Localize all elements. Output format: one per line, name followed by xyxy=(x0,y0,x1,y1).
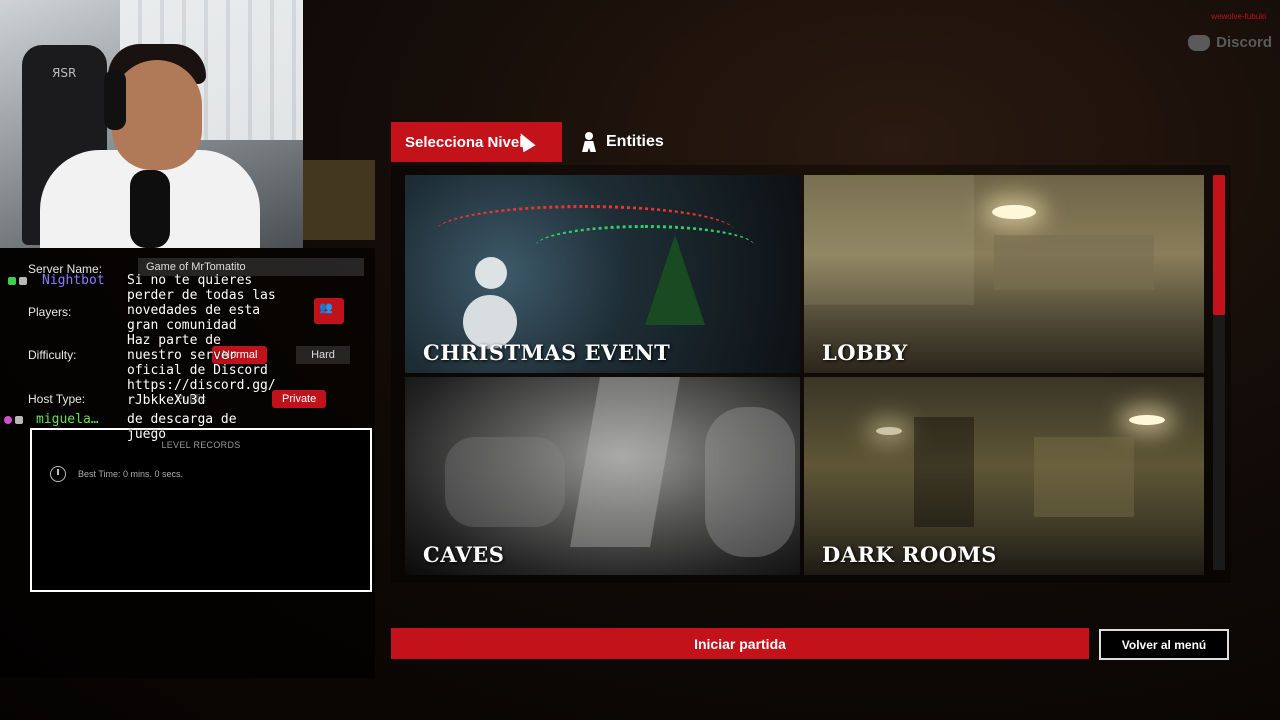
doorway xyxy=(914,417,974,527)
tab-select-level[interactable]: Selecciona Nivel xyxy=(391,122,562,162)
level-name: LOBBY xyxy=(822,340,908,365)
lobby-wall xyxy=(994,235,1154,290)
level-records-title: LEVEL RECORDS xyxy=(161,440,241,450)
headphones xyxy=(104,70,126,130)
game-background-strip xyxy=(303,160,375,240)
chat-message-line: juego xyxy=(127,427,167,442)
chat-username: miguela… xyxy=(36,412,99,427)
back-to-menu-button[interactable]: Volver al menú xyxy=(1099,629,1229,660)
corner-label: wewolve-fubuki xyxy=(1211,12,1266,21)
scrollbar-thumb[interactable] xyxy=(1213,175,1225,315)
level-name: CHRISTMAS EVENT xyxy=(423,340,671,365)
chat-message-line: Si no te quieres xyxy=(127,273,253,288)
clock-icon xyxy=(50,466,66,482)
tab-entities[interactable]: Entities xyxy=(580,122,664,162)
chat-badge-icon xyxy=(4,416,12,424)
tab-entities-label: Entities xyxy=(606,133,664,150)
cave-rock xyxy=(705,407,795,557)
chat-badge-icon xyxy=(8,277,16,285)
chat-badge-icon xyxy=(19,277,27,285)
level-records-panel: LEVEL RECORDS Best Time: 0 mins. 0 secs. xyxy=(30,428,372,592)
host-type-option-private[interactable]: Private xyxy=(272,390,327,408)
players-label: Players: xyxy=(28,305,72,319)
chat-message-line: https://discord.gg/ xyxy=(127,378,276,393)
chat-message-line: oficial de Discord xyxy=(127,363,268,378)
snowman-head xyxy=(475,257,507,289)
level-card-christmas-event[interactable]: CHRISTMAS EVENT xyxy=(405,175,800,373)
tab-select-level-label: Selecciona Nivel xyxy=(405,133,524,151)
level-name: CAVES xyxy=(423,542,505,567)
chat-message-line: nuestro server xyxy=(127,348,237,363)
chat-message-line: perder de todas las xyxy=(127,288,276,303)
discord-watermark: Discord xyxy=(1188,34,1272,51)
level-name: DARK ROOMS xyxy=(822,542,997,567)
microphone xyxy=(130,170,170,248)
discord-label: Discord xyxy=(1216,34,1272,51)
christmas-tree xyxy=(645,235,705,325)
chat-message-line: novedades de esta xyxy=(127,303,261,318)
discord-icon xyxy=(1188,34,1211,51)
chat-message-line: gran comunidad xyxy=(127,318,237,333)
chat-username: Nightbot xyxy=(42,273,105,288)
level-card-lobby[interactable]: LOBBY xyxy=(804,175,1204,373)
chat-message-line: de descarga de xyxy=(127,412,237,427)
ceiling-light xyxy=(876,427,902,435)
chat-message-line: Haz parte de xyxy=(127,333,221,348)
level-card-dark-rooms[interactable]: DARK ROOMS xyxy=(804,377,1204,575)
entity-icon xyxy=(580,132,598,152)
level-list-scrollbar[interactable] xyxy=(1213,175,1225,570)
webcam-overlay: ЯSR xyxy=(0,0,303,248)
lobby-wall xyxy=(804,175,974,305)
start-game-button[interactable]: Iniciar partida xyxy=(391,628,1089,659)
difficulty-label: Difficulty: xyxy=(28,348,77,362)
difficulty-option-hard[interactable]: Hard xyxy=(296,346,350,364)
cave-rock xyxy=(570,377,680,547)
chair-brand-logo: ЯSR xyxy=(52,66,77,80)
dark-room-wall xyxy=(1034,437,1134,517)
ceiling-light xyxy=(992,205,1036,219)
level-card-caves[interactable]: CAVES xyxy=(405,377,800,575)
best-time-text: Best Time: 0 mins. 0 secs. xyxy=(78,469,184,479)
players-icon[interactable]: 👥 xyxy=(314,298,344,324)
chat-message-line: rJbkkeXu3d xyxy=(127,393,206,408)
ceiling-light xyxy=(1129,415,1165,425)
host-type-label: Host Type: xyxy=(28,392,86,406)
chat-badge-icon xyxy=(15,416,23,424)
cave-rock xyxy=(445,437,565,527)
